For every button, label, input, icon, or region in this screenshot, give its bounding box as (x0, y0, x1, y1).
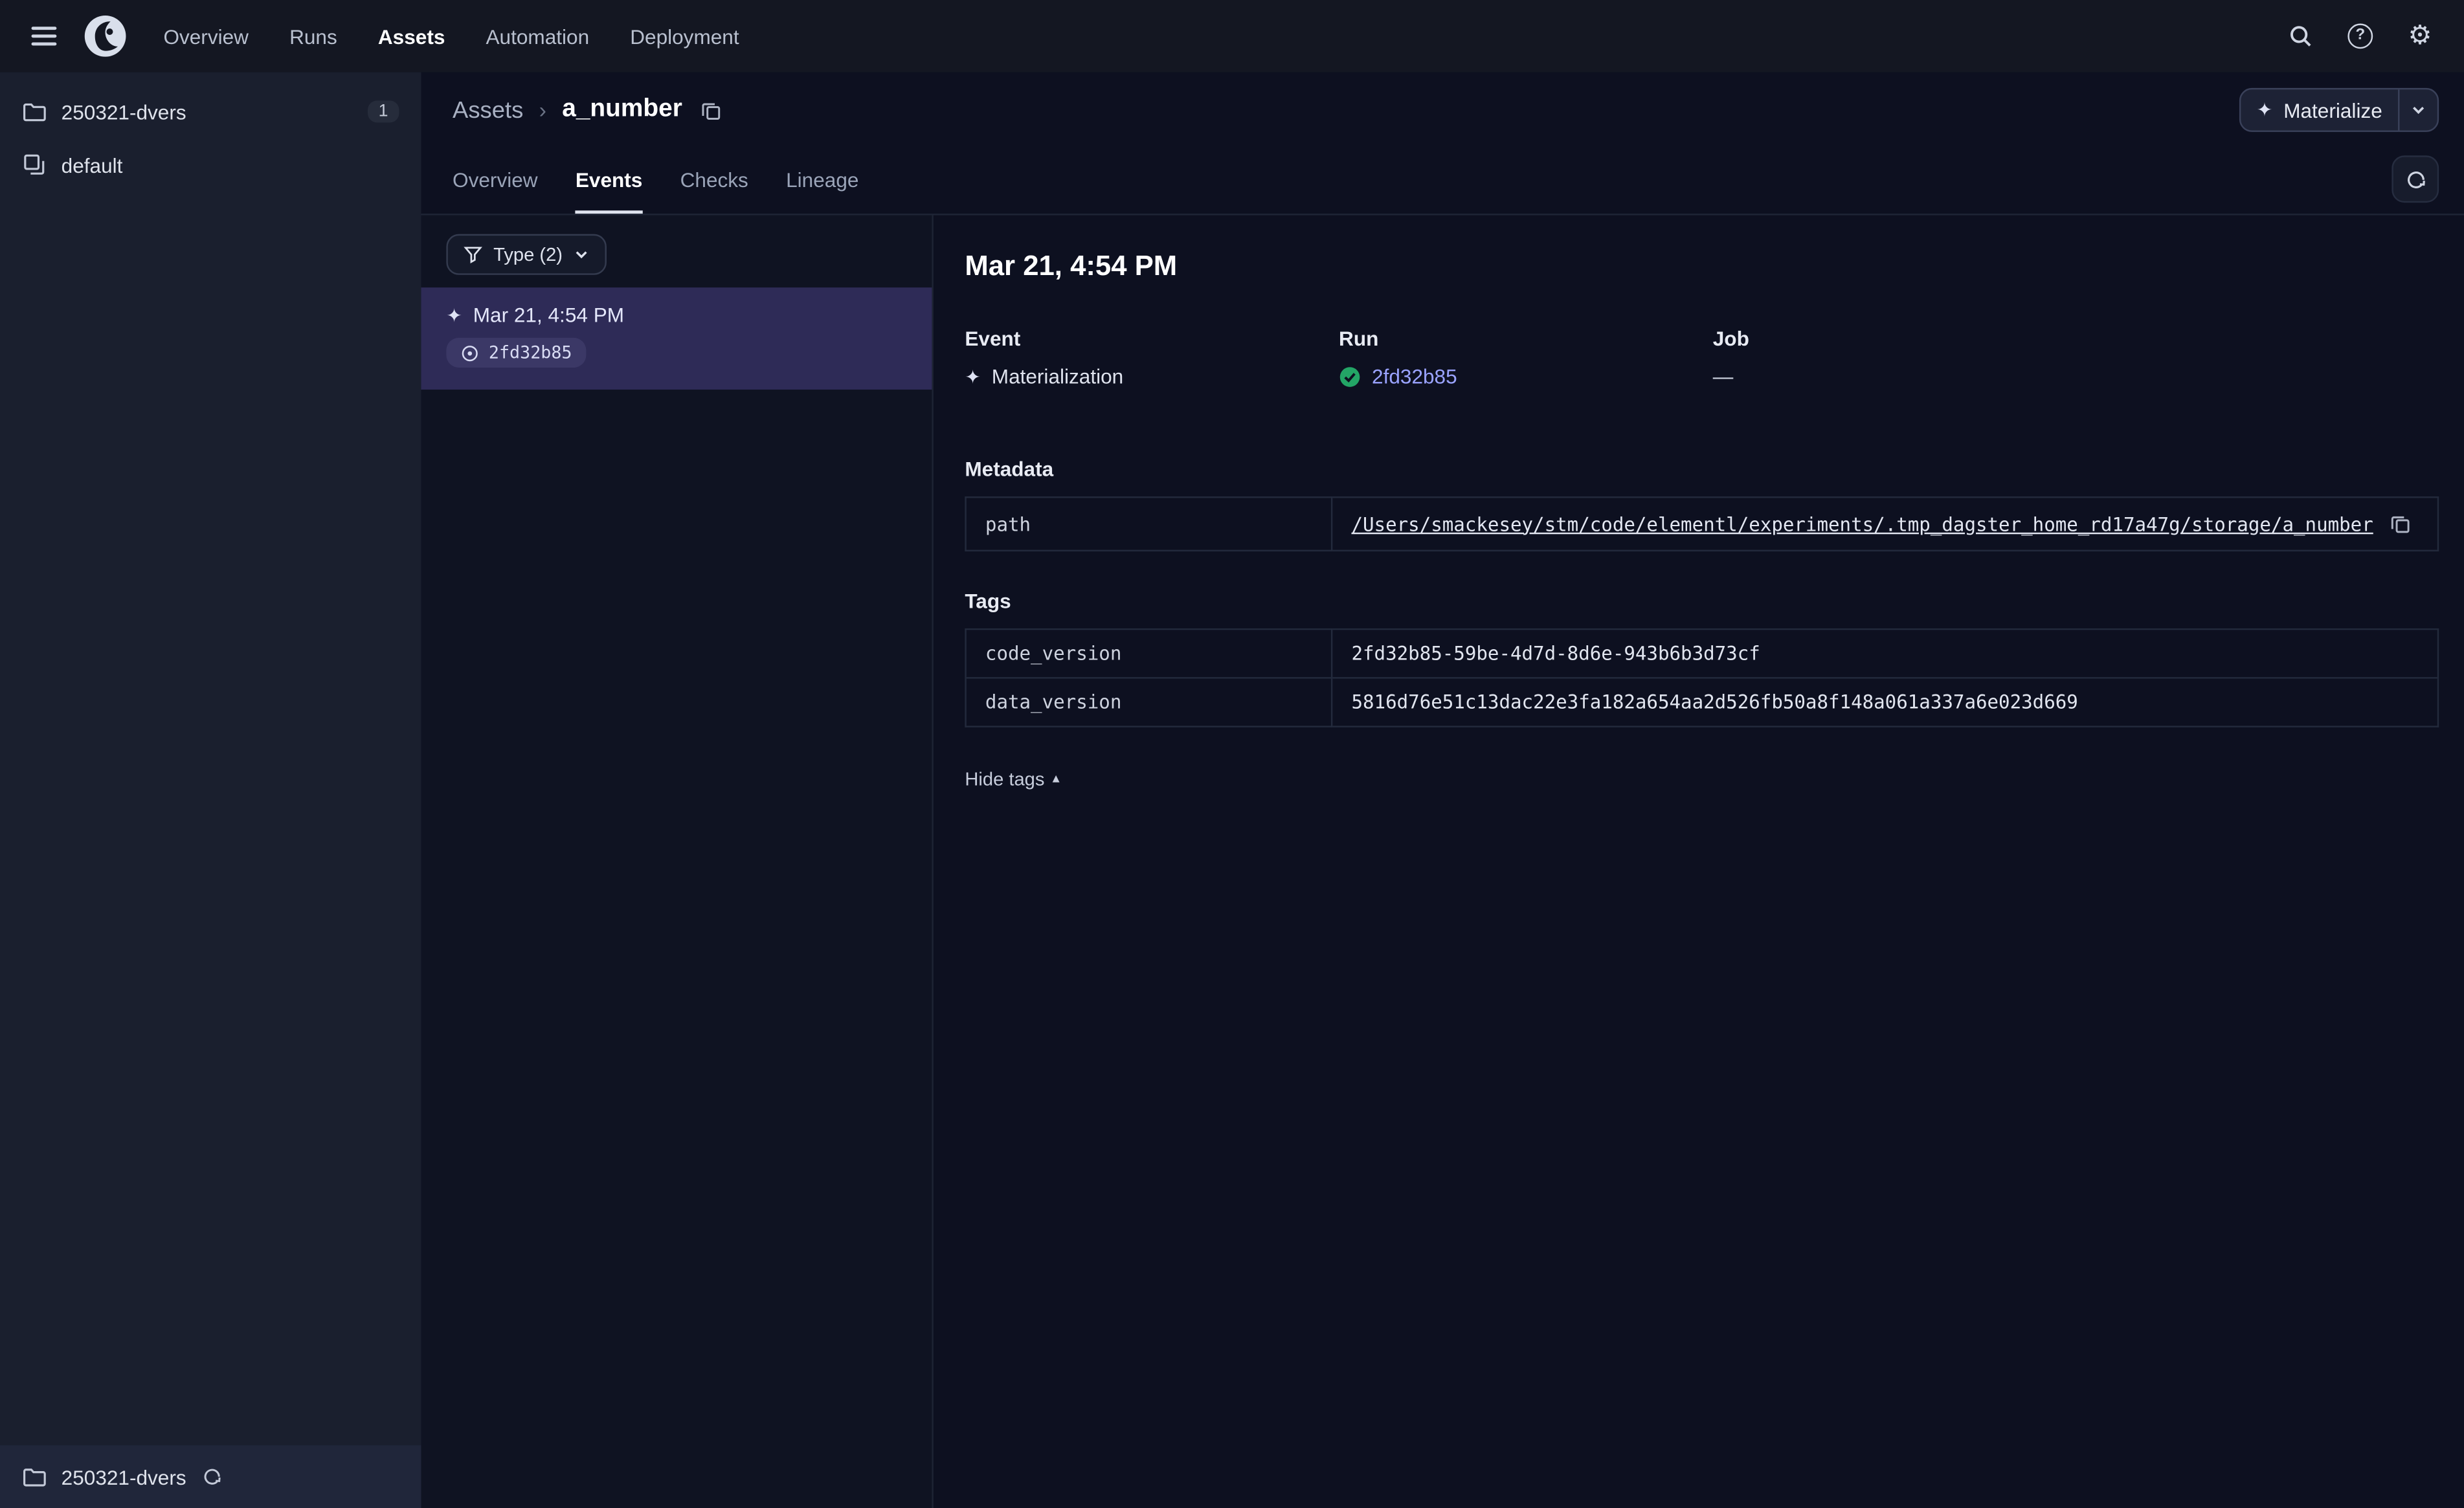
sidebar-footer-label: 250321-dvers (61, 1465, 186, 1489)
run-id-link[interactable]: 2fd32b85 (1372, 364, 1457, 388)
sidebar-footer[interactable]: 250321-dvers (0, 1445, 421, 1508)
sidebar-item-group[interactable]: 250321-dvers 1 (0, 85, 421, 139)
type-filter-label: Type (2) (493, 243, 563, 266)
chevron-down-icon (2413, 106, 2425, 115)
sidebar-item-label: default (61, 153, 123, 177)
event-list-item[interactable]: ✦ Mar 21, 4:54 PM 2fd32b85 (421, 287, 932, 389)
search-button[interactable] (2276, 11, 2326, 61)
copy-asset-name-button[interactable] (698, 96, 724, 123)
metadata-table: path /Users/smackesey/stm/code/elementl/… (965, 496, 2439, 551)
app-root: Overview Runs Assets Automation Deployme… (0, 0, 2464, 1508)
tab-overview[interactable]: Overview (453, 168, 538, 214)
gear-icon: ⚙ (2408, 19, 2432, 51)
run-id-pill[interactable]: 2fd32b85 (446, 337, 587, 368)
job-value: — (1712, 364, 1734, 388)
nav-automation[interactable]: Automation (486, 25, 589, 48)
materialize-label: Materialize (2283, 98, 2382, 122)
tag-value: 2fd32b85-59be-4d7d-8d6e-943b6b3d73cf (1330, 628, 2439, 679)
tag-value: 5816d76e51c13dac22e3fa182a654aa2d526fb50… (1330, 677, 2439, 727)
event-timestamp: Mar 21, 4:54 PM (473, 303, 625, 327)
event-detail-title: Mar 21, 4:54 PM (965, 249, 1178, 282)
tag-key: code_version (965, 628, 1333, 679)
nav-assets[interactable]: Assets (378, 25, 445, 48)
sidebar-group-label: 250321-dvers (61, 100, 186, 124)
caret-up-icon: ▴ (1052, 770, 1060, 786)
event-column-header: Event (965, 326, 1021, 351)
hamburger-menu-button[interactable] (19, 11, 69, 61)
event-summary-columns: Event ✦ Materialization Run 2fd32b85 Job… (965, 327, 2439, 388)
refresh-icon (2406, 170, 2425, 188)
asset-tabs: Overview Events Checks Lineage (421, 148, 2464, 216)
metadata-path-link[interactable]: /Users/smackesey/stm/code/elementl/exper… (1351, 513, 2373, 535)
run-target-icon (462, 344, 478, 360)
asset-group-icon (24, 154, 45, 175)
top-nav: Overview Runs Assets Automation Deployme… (0, 0, 2464, 72)
materialization-icon: ✦ (446, 304, 462, 326)
copy-icon (702, 102, 721, 119)
asset-header: Assets › a_number ✦ Materialize (421, 72, 2464, 148)
main-content: Assets › a_number ✦ Materialize Overview… (421, 72, 2464, 1508)
run-id-text: 2fd32b85 (488, 342, 572, 363)
breadcrumb-separator: › (539, 97, 546, 123)
hide-tags-label: Hide tags (965, 768, 1045, 790)
event-type-value: Materialization (991, 364, 1124, 388)
breadcrumb-assets-link[interactable]: Assets (453, 96, 523, 123)
metadata-heading: Metadata (965, 457, 1054, 481)
materialization-icon: ✦ (965, 365, 981, 388)
help-button[interactable]: ? (2335, 11, 2386, 61)
filter-funnel-icon (464, 247, 482, 264)
refresh-button[interactable] (2391, 155, 2439, 203)
sidebar-group-count-badge: 1 (367, 100, 399, 123)
tab-lineage[interactable]: Lineage (786, 168, 858, 214)
job-column-header: Job (1712, 326, 1749, 351)
materialize-dropdown-button[interactable] (2398, 89, 2437, 131)
success-check-icon (1339, 366, 1360, 386)
type-filter-button[interactable]: Type (2) (446, 234, 607, 275)
sidebar: 250321-dvers 1 default 250321-dvers (0, 72, 421, 1508)
sidebar-item-default[interactable]: default (0, 139, 421, 192)
page-title: a_number (562, 96, 682, 123)
folder-icon (23, 103, 46, 122)
tags-heading: Tags (965, 589, 1011, 613)
materialize-button[interactable]: ✦ Materialize (2239, 87, 2439, 132)
main-nav: Overview Runs Assets Automation Deployme… (163, 25, 739, 48)
tab-checks[interactable]: Checks (680, 168, 748, 214)
metadata-key: path (965, 496, 1333, 551)
hamburger-menu-icon (31, 27, 57, 46)
copy-icon (2391, 516, 2410, 533)
help-icon: ? (2347, 23, 2373, 49)
materialize-icon: ✦ (2256, 98, 2273, 121)
tab-events[interactable]: Events (575, 168, 643, 214)
table-row: code_version 2fd32b85-59be-4d7d-8d6e-943… (965, 628, 2439, 679)
run-column-header: Run (1339, 326, 1379, 351)
tags-table: code_version 2fd32b85-59be-4d7d-8d6e-943… (965, 628, 2439, 727)
table-row: data_version 5816d76e51c13dac22e3fa182a6… (965, 677, 2439, 727)
search-icon (2290, 26, 2311, 47)
events-list-panel: Type (2) ✦ Mar 21, 4:54 PM 2fd32b85 (421, 215, 934, 1508)
settings-button[interactable]: ⚙ (2395, 11, 2445, 61)
refresh-icon[interactable] (200, 1466, 222, 1488)
folder-icon (23, 1469, 46, 1487)
nav-runs[interactable]: Runs (289, 25, 337, 48)
chevron-down-icon (576, 251, 587, 259)
tag-key: data_version (965, 677, 1333, 727)
nav-overview[interactable]: Overview (163, 25, 249, 48)
dagster-logo[interactable] (78, 10, 132, 63)
breadcrumb: Assets › a_number (453, 96, 724, 124)
event-detail-panel: Mar 21, 4:54 PM Event ✦ Materialization … (934, 216, 2464, 1508)
hide-tags-link[interactable]: Hide tags ▴ (965, 768, 1059, 790)
table-row: path /Users/smackesey/stm/code/elementl/… (965, 496, 2439, 551)
nav-deployment[interactable]: Deployment (630, 25, 739, 48)
copy-path-button[interactable] (2388, 511, 2414, 537)
